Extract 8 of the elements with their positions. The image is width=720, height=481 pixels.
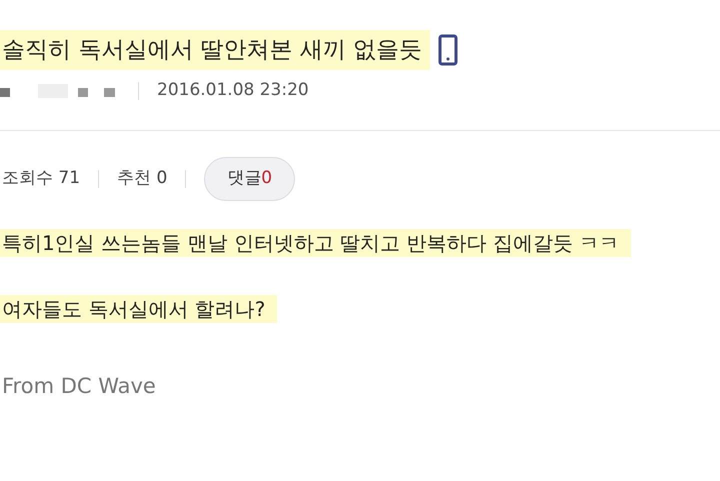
view-count: 조회수 71 <box>2 166 80 190</box>
post-title: 솔직히 독서실에서 딸안쳐본 새끼 없을듯 <box>0 30 430 70</box>
post-footer: From DC Wave <box>0 370 720 402</box>
post-paragraph: 특히1인실 쓰는놈들 맨날 인터넷하고 딸치고 반복하다 집에갈듯 ㅋㅋ <box>0 228 632 256</box>
comments-button[interactable]: 댓글0 <box>204 156 296 200</box>
recommend-count: 추천 0 <box>117 166 168 190</box>
post-date: 2016.01.08 23:20 <box>157 79 309 102</box>
post-paragraph: 여자들도 독서실에서 할려나? <box>0 294 278 322</box>
